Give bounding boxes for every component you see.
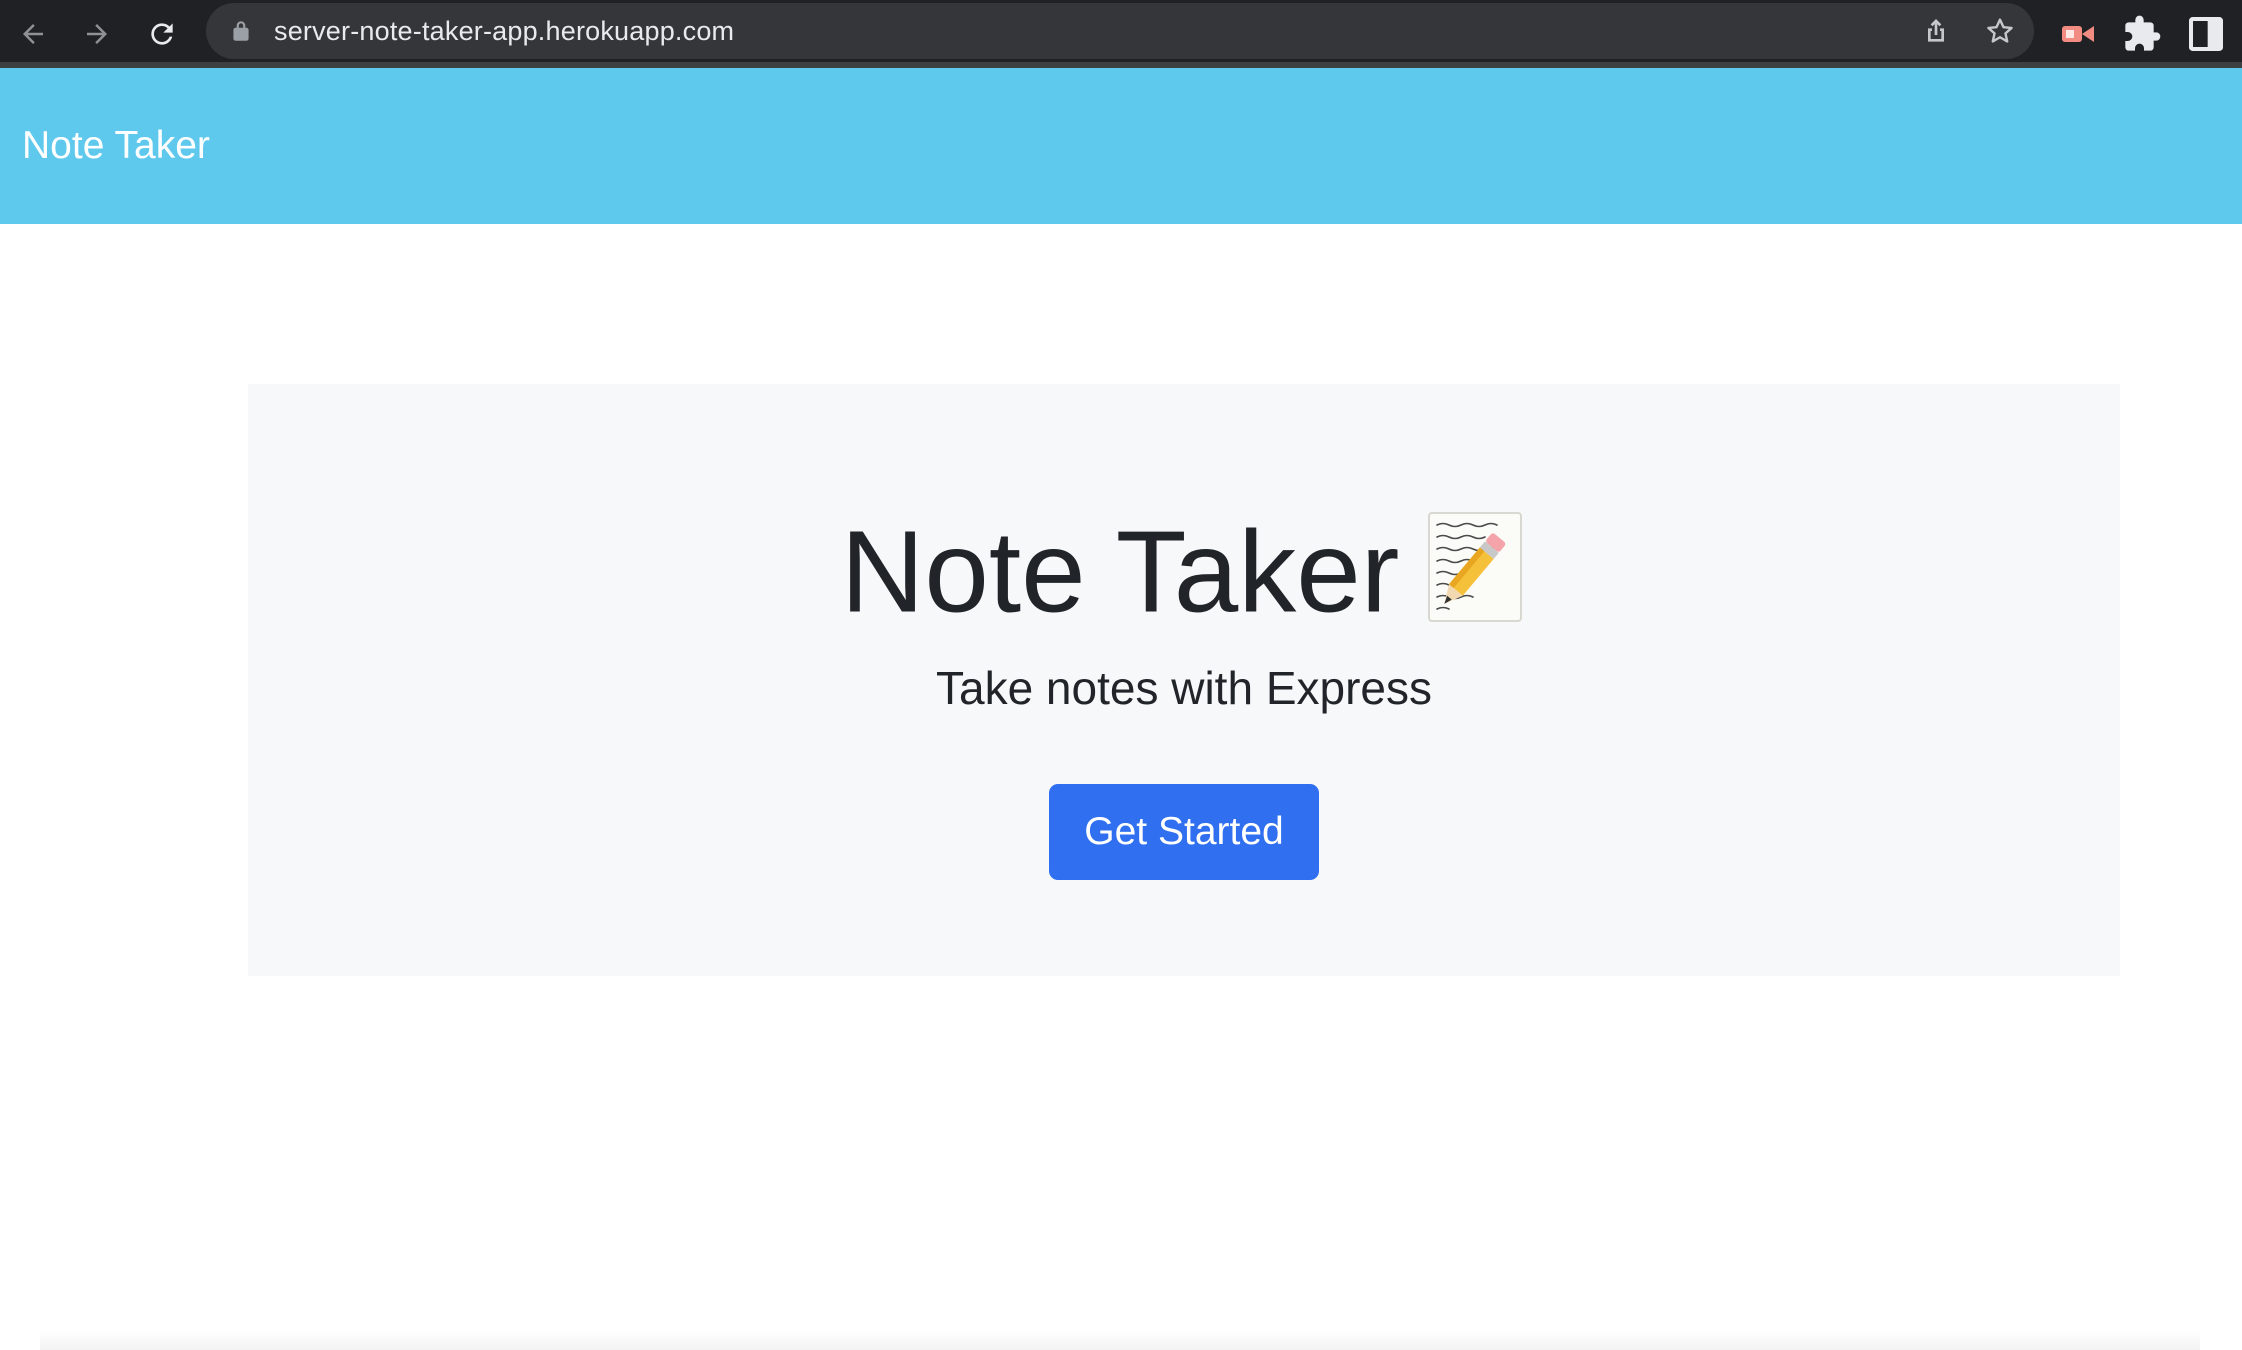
get-started-button[interactable]: Get Started	[1049, 784, 1319, 880]
navbar-brand[interactable]: Note Taker	[22, 68, 210, 224]
star-icon[interactable]	[1984, 15, 2016, 47]
page-subtitle: Take notes with Express	[935, 662, 1432, 714]
side-panel-icon[interactable]	[2186, 14, 2226, 54]
hero-section: Note Taker Take notes with Express Get S…	[248, 384, 2120, 976]
page-title: Note Taker	[248, 492, 2120, 641]
page-bottom-shadow	[40, 1330, 2200, 1350]
reload-button[interactable]	[137, 9, 187, 59]
memo-icon	[1428, 512, 1523, 623]
browser-toolbar: server-note-taker-app.herokuapp.com	[0, 0, 2242, 68]
puzzle-icon[interactable]	[2122, 14, 2162, 54]
reload-icon	[151, 23, 173, 45]
forward-button[interactable]	[72, 9, 122, 59]
back-button[interactable]	[8, 9, 58, 59]
share-icon[interactable]	[1920, 15, 1952, 47]
arrow-left-icon	[23, 24, 43, 44]
lock-icon[interactable]	[228, 18, 254, 44]
arrow-right-icon	[87, 24, 107, 44]
address-bar[interactable]: server-note-taker-app.herokuapp.com	[206, 3, 2034, 59]
navbar: Note Taker	[0, 68, 2242, 224]
video-camera-icon[interactable]	[2058, 14, 2098, 54]
url-text[interactable]: server-note-taker-app.herokuapp.com	[274, 3, 734, 59]
page-title-text: Note Taker	[840, 506, 1400, 637]
